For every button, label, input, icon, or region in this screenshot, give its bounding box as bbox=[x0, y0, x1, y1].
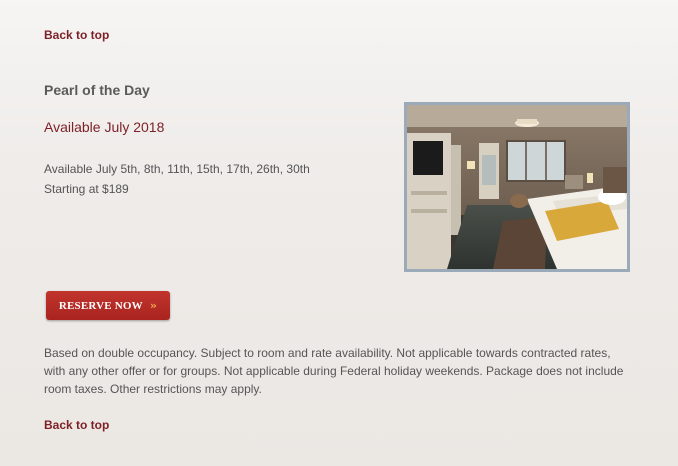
double-chevron-right-icon: » bbox=[149, 299, 158, 312]
package-subtitle: Available July 2018 bbox=[44, 119, 165, 135]
disclaimer-text: Based on double occupancy. Subject to ro… bbox=[44, 346, 624, 396]
reserve-now-label: RESERVE NOW bbox=[58, 299, 143, 312]
availability-text: Available July 5th, 8th, 11th, 15th, 17t… bbox=[44, 162, 310, 176]
package-details: Available July 5th, 8th, 11th, 15th, 17t… bbox=[44, 159, 310, 199]
price-text: Starting at $189 bbox=[44, 182, 129, 196]
package-title: Pearl of the Day bbox=[44, 82, 150, 98]
reserve-now-button[interactable]: RESERVE NOW » bbox=[46, 291, 170, 320]
back-to-top-link[interactable]: Back to top bbox=[44, 28, 109, 42]
hotel-room-image bbox=[404, 102, 630, 272]
back-to-top-link-bottom[interactable]: Back to top bbox=[44, 418, 109, 432]
